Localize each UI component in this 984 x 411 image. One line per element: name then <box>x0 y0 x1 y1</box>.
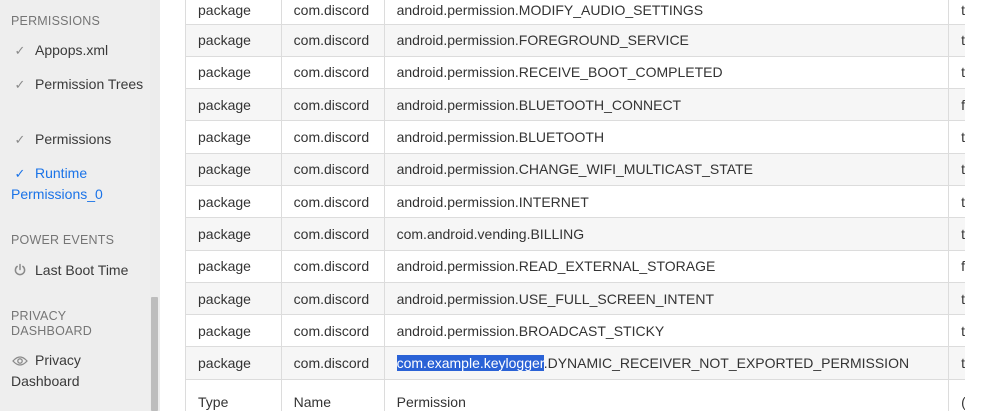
permission-cell: android.permission.BROADCAST_STICKY <box>383 314 950 348</box>
table-row[interactable]: package com.discord android.permission.USE… <box>185 281 965 316</box>
table-header-row: TypeNamePermission( <box>185 378 965 411</box>
type-cell: package <box>185 152 282 186</box>
sidebar-item-label: Permission Trees <box>35 76 144 92</box>
sidebar-item-label: Appops.xml <box>35 42 109 58</box>
permission-cell: android.permission.INTERNET <box>383 184 950 219</box>
check-icon: ✓ <box>14 166 26 181</box>
table-row[interactable]: package com.discord android.permission.FOR… <box>185 23 965 57</box>
name-cell: com.discord <box>280 120 385 154</box>
sidebar-item-label: Last Boot Time <box>35 262 129 278</box>
name-cell: com.discord <box>280 314 385 348</box>
granted-cell: t <box>948 217 965 251</box>
name-cell: com.discord <box>280 281 385 316</box>
permission-cell: android.permission.MODIFY_AUDIO_SETTINGS <box>383 0 950 25</box>
type-cell: package <box>185 55 282 90</box>
power-icon <box>11 260 29 281</box>
permission-cell: android.permission.BLUETOOTH <box>383 120 950 154</box>
sidebar-item-runtime-permissions[interactable]: ✓ Runtime Permissions_0 <box>11 163 145 205</box>
section-power-events: POWER EVENTS <box>11 233 115 247</box>
granted-cell: f <box>948 88 965 122</box>
table-row[interactable]: package com.discord android.permission.BLU… <box>185 120 965 154</box>
permission-cell[interactable]: com.example.keylogger.DYNAMIC_RECEIVER_N… <box>383 346 950 380</box>
column-header-granted[interactable]: ( <box>948 378 965 411</box>
granted-cell: t <box>948 281 965 316</box>
table-row[interactable]: package com.discord android.permission.REC… <box>185 55 965 90</box>
type-cell: package <box>185 0 282 25</box>
permission-cell: android.permission.BLUETOOTH_CONNECT <box>383 88 950 122</box>
name-cell: com.discord <box>280 152 385 186</box>
permission-cell: android.permission.FOREGROUND_SERVICE <box>383 23 950 57</box>
eye-icon <box>11 350 29 371</box>
section-privacy-dashboard: PRIVACY DASHBOARD <box>11 309 92 338</box>
permission-cell: android.permission.RECEIVE_BOOT_COMPLETE… <box>383 55 950 90</box>
table-row[interactable]: package com.discord android.permission.BLU… <box>185 88 965 122</box>
check-icon: ✓ <box>14 132 26 147</box>
permissions-table: package com.discord android.permission.MOD… <box>185 0 965 411</box>
permission-cell: com.android.vending.BILLING <box>383 217 950 251</box>
sidebar-item-permissions[interactable]: ✓ Permissions <box>11 129 145 150</box>
permission-cell: android.permission.USE_FULL_SCREEN_INTEN… <box>383 281 950 316</box>
name-cell: com.discord <box>280 217 385 251</box>
column-header-type[interactable]: Type <box>185 378 282 411</box>
table-row[interactable]: package com.discord com.example.keylogger.… <box>185 346 965 380</box>
type-cell: package <box>185 217 282 251</box>
sidebar: PERMISSIONS ✓ Appops.xml ✓ Permission Tree… <box>0 0 150 411</box>
granted-cell: t <box>948 0 965 25</box>
sidebar-item-permission-trees[interactable]: ✓ Permission Trees <box>11 74 145 95</box>
table-row[interactable]: package com.discord android.permission.REA… <box>185 249 965 283</box>
granted-cell: t <box>948 55 965 90</box>
table-row[interactable]: package com.discord android.permission.CHA… <box>185 152 965 186</box>
name-cell: com.discord <box>280 55 385 90</box>
type-cell: package <box>185 281 282 316</box>
sidebar-item-appops[interactable]: ✓ Appops.xml <box>11 40 145 61</box>
type-cell: package <box>185 88 282 122</box>
type-cell: package <box>185 314 282 348</box>
name-cell: com.discord <box>280 88 385 122</box>
type-cell: package <box>185 249 282 283</box>
type-cell: package <box>185 23 282 57</box>
sidebar-scrollbar-thumb[interactable] <box>151 297 158 411</box>
table-row[interactable]: package com.discord android.permission.INT… <box>185 184 965 219</box>
check-icon: ✓ <box>14 77 26 92</box>
permission-cell: android.permission.READ_EXTERNAL_STORAGE <box>383 249 950 283</box>
granted-cell: t <box>948 184 965 219</box>
column-header-name[interactable]: Name <box>280 378 385 411</box>
granted-cell: t <box>948 152 965 186</box>
section-permissions: PERMISSIONS <box>11 14 101 28</box>
sidebar-item-label: Permissions <box>35 131 112 147</box>
permission-rest-text: .DYNAMIC_RECEIVER_NOT_EXPORTED_PERMISSIO… <box>543 355 910 372</box>
granted-cell: t <box>948 346 965 380</box>
selected-text[interactable]: com.example.keylogger <box>396 355 544 372</box>
table-row[interactable]: package com.discord android.permission.BRO… <box>185 314 965 348</box>
name-cell: com.discord <box>280 346 385 380</box>
table-row[interactable]: package com.discord com.android.vending.BI… <box>185 217 965 251</box>
type-cell: package <box>185 346 282 380</box>
name-cell: com.discord <box>280 23 385 57</box>
sidebar-item-last-boot-time[interactable]: Last Boot Time <box>11 260 145 281</box>
granted-cell: t <box>948 314 965 348</box>
name-cell: com.discord <box>280 249 385 283</box>
name-cell: com.discord <box>280 184 385 219</box>
column-header-permission[interactable]: Permission <box>383 378 950 411</box>
name-cell: com.discord <box>280 0 385 25</box>
table-row[interactable]: package com.discord android.permission.MOD… <box>185 0 965 25</box>
sidebar-item-privacy-dashboard[interactable]: Privacy Dashboard <box>11 350 145 392</box>
type-cell: package <box>185 120 282 154</box>
granted-cell: t <box>948 23 965 57</box>
type-cell: package <box>185 184 282 219</box>
granted-cell: f <box>948 249 965 283</box>
granted-cell: t <box>948 120 965 154</box>
check-icon: ✓ <box>14 43 26 58</box>
permission-cell: android.permission.CHANGE_WIFI_MULTICAST… <box>383 152 950 186</box>
